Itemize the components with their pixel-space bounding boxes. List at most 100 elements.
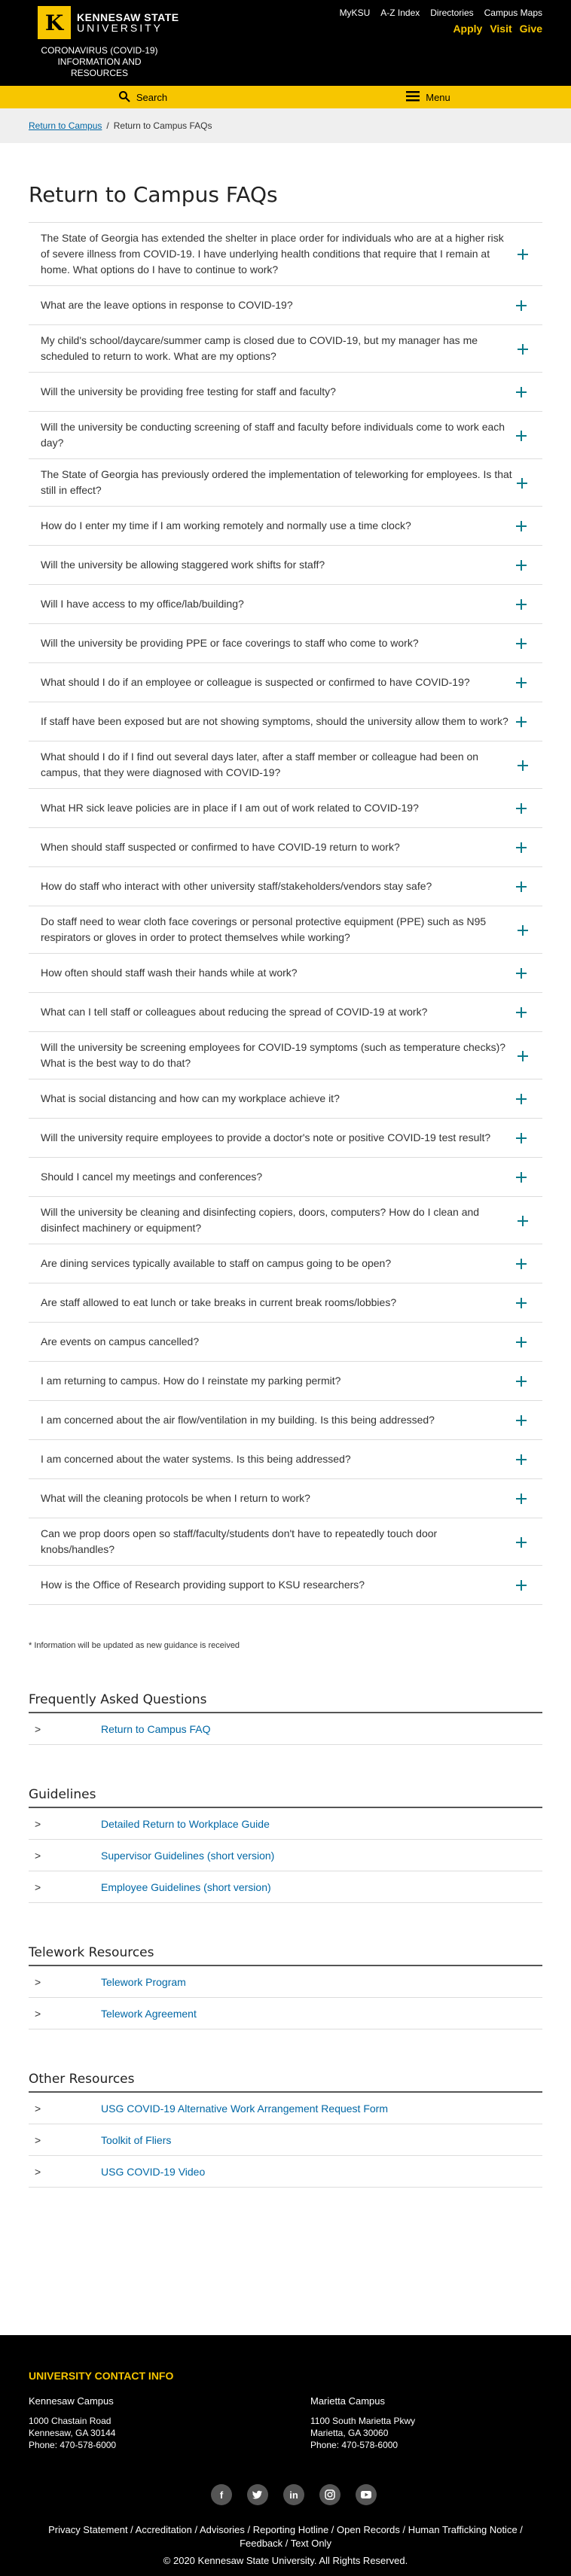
faq-item[interactable]: What will the cleaning protocols be when… xyxy=(29,1479,542,1518)
faq-question[interactable]: How do I enter my time if I am working r… xyxy=(41,518,411,534)
faq-question[interactable]: Will the university be conducting screen… xyxy=(41,419,513,451)
faq-question[interactable]: What should I do if I find out several d… xyxy=(41,749,515,781)
faq-question[interactable]: Will the university be screening employe… xyxy=(41,1040,515,1071)
expand-plus-icon[interactable] xyxy=(512,514,530,537)
faq-question[interactable]: What can I tell staff or colleagues abou… xyxy=(41,1004,427,1020)
faq-question[interactable]: Are staff allowed to eat lunch or take b… xyxy=(41,1295,396,1311)
expand-plus-icon[interactable] xyxy=(512,710,530,733)
resource-link[interactable]: Employee Guidelines (short version) xyxy=(101,1881,271,1893)
faq-item[interactable]: What should I do if an employee or colle… xyxy=(29,663,542,702)
expand-plus-icon[interactable] xyxy=(515,1044,530,1067)
faq-item[interactable]: When should staff suspected or confirmed… xyxy=(29,828,542,867)
faq-question[interactable]: I am concerned about the water systems. … xyxy=(41,1451,351,1467)
faq-question[interactable]: How do staff who interact with other uni… xyxy=(41,878,432,894)
resource-link[interactable]: Toolkit of Fliers xyxy=(101,2134,171,2146)
faq-question[interactable]: I am returning to campus. How do I reins… xyxy=(41,1373,340,1389)
resource-link-row[interactable]: > Return to Campus FAQ xyxy=(29,1713,542,1745)
faq-item[interactable]: I am returning to campus. How do I reins… xyxy=(29,1362,542,1401)
faq-question[interactable]: What HR sick leave policies are in place… xyxy=(41,800,419,816)
facebook-icon[interactable]: f xyxy=(211,2484,232,2505)
expand-plus-icon[interactable] xyxy=(512,796,530,820)
expand-plus-icon[interactable] xyxy=(515,242,530,266)
faq-item[interactable]: What HR sick leave policies are in place… xyxy=(29,789,542,828)
expand-plus-icon[interactable] xyxy=(515,754,530,777)
expand-plus-icon[interactable] xyxy=(512,671,530,694)
faq-item[interactable]: Are dining services typically available … xyxy=(29,1244,542,1283)
faq-question[interactable]: How is the Office of Research providing … xyxy=(41,1577,365,1593)
top-link-a-z-index[interactable]: A-Z Index xyxy=(380,8,420,18)
resource-link-row[interactable]: > Employee Guidelines (short version) xyxy=(29,1871,542,1903)
expand-plus-icon[interactable] xyxy=(512,836,530,859)
expand-plus-icon[interactable] xyxy=(512,1126,530,1149)
faq-item[interactable]: Will the university be conducting screen… xyxy=(29,412,542,459)
linkedin-icon[interactable]: in xyxy=(283,2484,304,2505)
faq-item[interactable]: What should I do if I find out several d… xyxy=(29,741,542,789)
faq-item[interactable]: Will the university be providing PPE or … xyxy=(29,624,542,663)
faq-question[interactable]: Can we prop doors open so staff/faculty/… xyxy=(41,1526,512,1557)
apply-link[interactable]: Apply xyxy=(453,23,482,35)
expand-plus-icon[interactable] xyxy=(512,1165,530,1189)
faq-question[interactable]: Will I have access to my office/lab/buil… xyxy=(41,596,244,612)
resource-link-row[interactable]: > USG COVID-19 Video xyxy=(29,2156,542,2188)
resource-link-row[interactable]: > Telework Agreement xyxy=(29,1998,542,2029)
expand-plus-icon[interactable] xyxy=(513,424,530,447)
faq-item[interactable]: Will I have access to my office/lab/buil… xyxy=(29,585,542,624)
covid-site-title[interactable]: CORONAVIRUS (COVID-19) INFORMATION AND R… xyxy=(39,45,160,79)
expand-plus-icon[interactable] xyxy=(512,1448,530,1471)
youtube-icon[interactable] xyxy=(356,2484,377,2505)
resource-link-row[interactable]: > Supervisor Guidelines (short version) xyxy=(29,1840,542,1871)
expand-plus-icon[interactable] xyxy=(512,1408,530,1432)
expand-plus-icon[interactable] xyxy=(512,1530,530,1554)
faq-item[interactable]: Will the university be screening employe… xyxy=(29,1032,542,1079)
faq-question[interactable]: I am concerned about the air flow/ventil… xyxy=(41,1412,435,1428)
faq-question[interactable]: Are events on campus cancelled? xyxy=(41,1334,199,1350)
resource-link-row[interactable]: > Detailed Return to Workplace Guide xyxy=(29,1808,542,1840)
expand-plus-icon[interactable] xyxy=(512,875,530,898)
faq-item[interactable]: Will the university be allowing staggere… xyxy=(29,546,542,585)
expand-plus-icon[interactable] xyxy=(512,553,530,577)
faq-item[interactable]: How do I enter my time if I am working r… xyxy=(29,507,542,546)
visit-link[interactable]: Visit xyxy=(490,23,511,35)
expand-plus-icon[interactable] xyxy=(512,1252,530,1275)
expand-plus-icon[interactable] xyxy=(512,1000,530,1024)
expand-plus-icon[interactable] xyxy=(515,918,530,942)
faq-question[interactable]: How often should staff wash their hands … xyxy=(41,965,298,981)
expand-plus-icon[interactable] xyxy=(512,632,530,655)
faq-item[interactable]: Can we prop doors open so staff/faculty/… xyxy=(29,1518,542,1566)
top-link-myksu[interactable]: MyKSU xyxy=(340,8,371,18)
faq-item[interactable]: My child's school/daycare/summer camp is… xyxy=(29,325,542,373)
expand-plus-icon[interactable] xyxy=(515,337,530,361)
resource-link[interactable]: Telework Program xyxy=(101,1976,186,1988)
expand-plus-icon[interactable] xyxy=(515,1209,530,1232)
faq-item[interactable]: What is social distancing and how can my… xyxy=(29,1079,542,1119)
faq-item[interactable]: I am concerned about the air flow/ventil… xyxy=(29,1401,542,1440)
search-button[interactable]: Search xyxy=(0,86,286,108)
faq-item[interactable]: Are events on campus cancelled? xyxy=(29,1323,542,1362)
expand-plus-icon[interactable] xyxy=(512,1330,530,1353)
expand-plus-icon[interactable] xyxy=(512,1487,530,1510)
resource-link-row[interactable]: > USG COVID-19 Alternative Work Arrangeme… xyxy=(29,2093,542,2124)
faq-question[interactable]: What are the leave options in response t… xyxy=(41,297,293,313)
faq-question[interactable]: The State of Georgia has previously orde… xyxy=(41,467,515,498)
faq-item[interactable]: If staff have been exposed but are not s… xyxy=(29,702,542,741)
faq-question[interactable]: The State of Georgia has extended the sh… xyxy=(41,230,515,278)
faq-question[interactable]: Will the university be cleaning and disi… xyxy=(41,1204,515,1236)
faq-item[interactable]: What are the leave options in response t… xyxy=(29,286,542,325)
faq-item[interactable]: What can I tell staff or colleagues abou… xyxy=(29,993,542,1032)
expand-plus-icon[interactable] xyxy=(512,1291,530,1314)
top-link-campus-maps[interactable]: Campus Maps xyxy=(484,8,542,18)
faq-question[interactable]: What should I do if an employee or colle… xyxy=(41,674,470,690)
resource-link-row[interactable]: > Toolkit of Fliers xyxy=(29,2124,542,2156)
faq-item[interactable]: Should I cancel my meetings and conferen… xyxy=(29,1158,542,1197)
faq-question[interactable]: Will the university be providing PPE or … xyxy=(41,635,419,651)
faq-item[interactable]: The State of Georgia has extended the sh… xyxy=(29,223,542,286)
menu-button[interactable]: Menu xyxy=(286,86,571,108)
expand-plus-icon[interactable] xyxy=(512,961,530,985)
faq-question[interactable]: Will the university be providing free te… xyxy=(41,384,336,400)
expand-plus-icon[interactable] xyxy=(512,294,530,317)
footer-policy-links[interactable]: Privacy Statement / Accreditation / Advi… xyxy=(45,2523,526,2550)
faq-question[interactable]: Should I cancel my meetings and conferen… xyxy=(41,1169,262,1185)
resource-link[interactable]: USG COVID-19 Video xyxy=(101,2166,205,2178)
faq-question[interactable]: Do staff need to wear cloth face coverin… xyxy=(41,914,515,945)
faq-question[interactable]: When should staff suspected or confirmed… xyxy=(41,839,400,855)
